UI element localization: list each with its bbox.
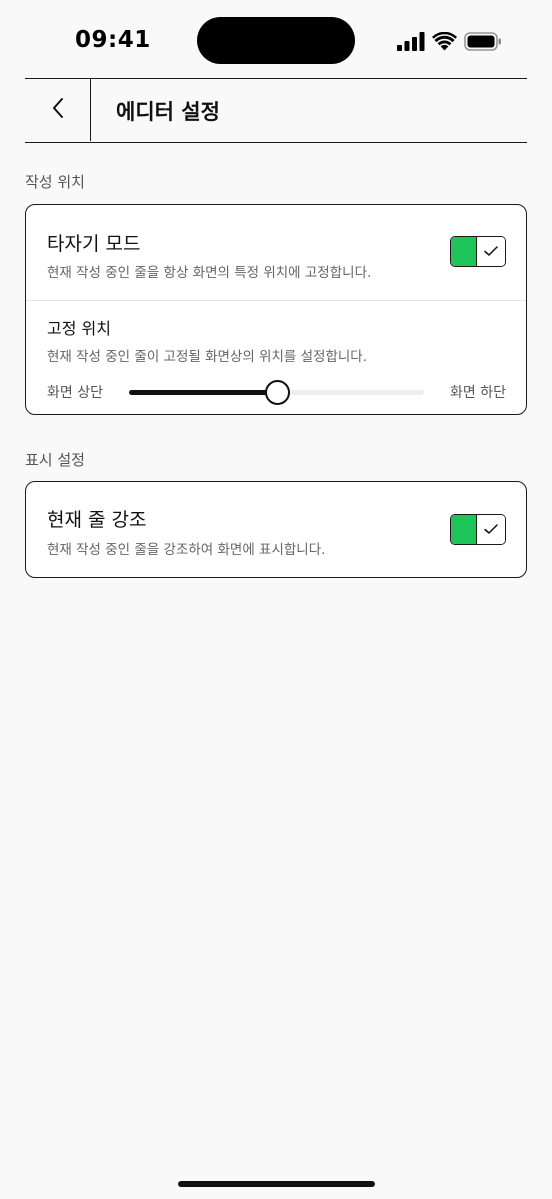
typewriter-mode-description: 현재 작성 중인 줄을 항상 화면의 특정 위치에 고정합니다.	[47, 265, 372, 281]
toggle-knob	[477, 515, 505, 544]
checkmark-icon	[483, 520, 499, 539]
toggle-knob	[477, 237, 505, 266]
editor-settings-screen: 09:41 에디터 설정 작성 위치 타자기 모드 현재 작성 중인 줄을 항상…	[0, 0, 552, 1199]
fixed-position-description: 현재 작성 중인 줄이 고정될 화면상의 위치를 설정합니다.	[47, 349, 367, 365]
typewriter-mode-toggle[interactable]	[450, 236, 506, 267]
chevron-left-icon	[51, 97, 65, 123]
page-title: 에디터 설정	[116, 100, 220, 124]
slider-max-label: 화면 하단	[450, 385, 506, 401]
cellular-signal-icon	[397, 31, 425, 51]
home-indicator	[178, 1181, 375, 1187]
fixed-position-title: 고정 위치	[47, 319, 111, 338]
wifi-icon	[432, 31, 457, 51]
highlight-line-toggle[interactable]	[450, 514, 506, 545]
slider-min-label: 화면 상단	[47, 385, 103, 401]
slider-thumb[interactable]	[264, 380, 290, 405]
status-bar: 09:41	[0, 0, 552, 78]
dynamic-island	[197, 17, 355, 64]
status-icons	[397, 30, 502, 52]
writing-position-card: 타자기 모드 현재 작성 중인 줄을 항상 화면의 특정 위치에 고정합니다. …	[25, 204, 527, 415]
row-divider	[26, 300, 526, 301]
checkmark-icon	[483, 242, 499, 261]
slider-fill	[129, 390, 277, 395]
highlight-line-title: 현재 줄 강조	[47, 509, 147, 531]
back-button[interactable]	[25, 79, 91, 141]
section-label-display-settings: 표시 설정	[25, 451, 85, 469]
display-settings-card: 현재 줄 강조 현재 작성 중인 줄을 강조하여 화면에 표시합니다.	[25, 481, 527, 578]
navigation-header: 에디터 설정	[25, 78, 527, 143]
fixed-position-slider[interactable]	[129, 380, 424, 405]
battery-icon	[464, 31, 502, 51]
status-time: 09:41	[75, 27, 151, 53]
highlight-line-description: 현재 작성 중인 줄을 강조하여 화면에 표시합니다.	[47, 542, 326, 558]
toggle-on-fill	[451, 237, 477, 266]
toggle-on-fill	[451, 515, 477, 544]
typewriter-mode-title: 타자기 모드	[47, 233, 141, 255]
section-label-writing-position: 작성 위치	[25, 173, 85, 191]
